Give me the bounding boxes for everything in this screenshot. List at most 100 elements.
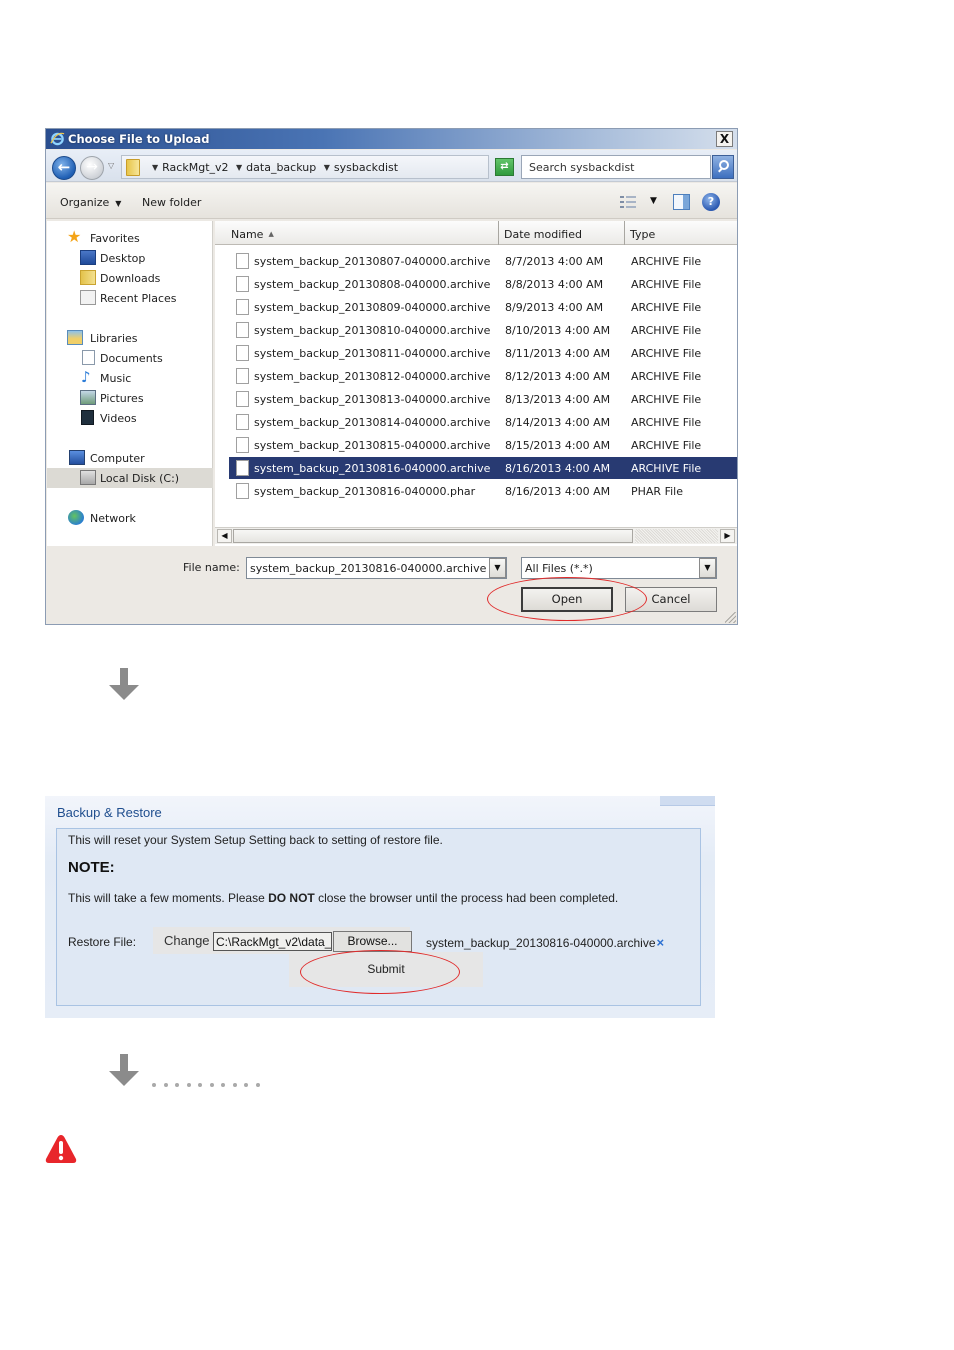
sidebar-item-recent-places[interactable]: Recent Places [47, 288, 213, 308]
resize-grip[interactable] [725, 612, 736, 623]
dialog-titlebar[interactable]: Choose File to Upload X [46, 129, 737, 149]
navigation-pane: ★ Favorites Desktop Downloads Recent Plac… [47, 221, 213, 546]
breadcrumb-item[interactable]: sysbackdist [334, 161, 398, 174]
restore-form: This will reset your System Setup Settin… [56, 828, 701, 1006]
file-date-modified: 8/14/2013 4:00 AM [505, 416, 611, 429]
sidebar-item-music[interactable]: ♪ Music [47, 368, 213, 388]
file-date-modified: 8/11/2013 4:00 AM [505, 347, 611, 360]
computer-icon [69, 450, 85, 465]
file-row[interactable]: system_backup_20130814-040000.archive 8/1… [229, 411, 737, 433]
file-type-dropdown-icon[interactable]: ▼ [699, 558, 716, 578]
star-icon: ★ [67, 227, 82, 246]
file-name: system_backup_20130816-040000.phar [254, 485, 476, 498]
file-row[interactable]: system_backup_20130811-040000.archive 8/1… [229, 342, 737, 364]
remove-file-icon[interactable]: × [657, 935, 665, 950]
chevron-down-icon[interactable]: ▼ [236, 163, 242, 172]
file-name: system_backup_20130815-040000.archive [254, 439, 491, 452]
sidebar-item-documents[interactable]: Documents [47, 348, 213, 368]
folder-icon [126, 159, 140, 176]
sidebar-item-downloads[interactable]: Downloads [47, 268, 213, 288]
back-button[interactable]: ← [52, 156, 76, 180]
file-icon [236, 299, 249, 315]
file-row[interactable]: system_backup_20130809-040000.archive 8/9… [229, 296, 737, 318]
submit-button[interactable]: Submit [289, 952, 483, 987]
scroll-right-icon[interactable]: ▶ [720, 529, 735, 543]
file-type-select[interactable]: All Files (*.*) [521, 557, 717, 579]
file-name: system_backup_20130816-040000.archive [254, 462, 491, 475]
sidebar-item-libraries[interactable]: Libraries [47, 328, 213, 348]
search-button[interactable] [712, 155, 734, 179]
file-row[interactable]: system_backup_20130812-040000.archive 8/1… [229, 365, 737, 387]
file-type: ARCHIVE File [631, 370, 702, 383]
file-date-modified: 8/10/2013 4:00 AM [505, 324, 611, 337]
file-type: ARCHIVE File [631, 462, 702, 475]
file-row[interactable]: system_backup_20130813-040000.archive 8/1… [229, 388, 737, 410]
file-row[interactable]: system_backup_20130816-040000.archive 8/1… [229, 457, 737, 479]
file-row[interactable]: system_backup_20130807-040000.archive 8/7… [229, 250, 737, 272]
column-header-type[interactable]: Type [625, 221, 737, 245]
file-name: system_backup_20130809-040000.archive [254, 301, 491, 314]
search-input[interactable]: Search sysbackdist [521, 155, 711, 179]
file-row[interactable]: system_backup_20130815-040000.archive 8/1… [229, 434, 737, 456]
new-folder-button[interactable]: New folder [142, 196, 201, 209]
desktop-icon [80, 250, 96, 265]
file-icon [236, 322, 249, 338]
close-button[interactable]: X [716, 131, 733, 147]
file-row[interactable]: system_backup_20130810-040000.archive 8/1… [229, 319, 737, 341]
preview-pane-icon[interactable] [673, 194, 690, 210]
file-row[interactable]: system_backup_20130816-040000.phar 8/16/2… [229, 480, 737, 502]
warning-icon [45, 1135, 77, 1163]
browse-button[interactable]: Browse... [333, 931, 412, 952]
scrollbar-track[interactable] [635, 529, 718, 543]
restore-file-path-input[interactable]: C:\RackMgt_v2\data_backup\sysbackdist\sy… [213, 932, 332, 951]
panel-tab-decoration [660, 796, 715, 806]
panel-title: Backup & Restore [57, 805, 162, 820]
sidebar-item-network[interactable]: Network [47, 508, 213, 528]
file-row[interactable]: system_backup_20130808-040000.archive 8/8… [229, 273, 737, 295]
horizontal-scrollbar[interactable]: ◀ ▶ [215, 527, 737, 544]
forward-button[interactable]: → [80, 156, 104, 180]
address-bar[interactable]: ▼ RackMgt_v2 ▼ data_backup ▼ sysbackdist ▼ [121, 155, 557, 179]
sidebar-item-pictures[interactable]: Pictures [47, 388, 213, 408]
column-header-date-modified[interactable]: Date modified [499, 221, 625, 245]
sidebar-item-local-disk[interactable]: Local Disk (C:) [47, 468, 213, 488]
change-label: Change [164, 933, 210, 948]
file-name-dropdown-icon[interactable]: ▼ [489, 558, 506, 578]
file-icon [236, 345, 249, 361]
file-list: Name ▲ Date modified Type system_backup_2… [215, 221, 737, 546]
file-name: system_backup_20130808-040000.archive [254, 278, 491, 291]
file-icon [236, 414, 249, 430]
file-name-input[interactable]: system_backup_20130816-040000.archive [246, 557, 507, 579]
selected-file-name: system_backup_20130816-040000.archive× [426, 935, 665, 950]
sidebar-item-desktop[interactable]: Desktop [47, 248, 213, 268]
file-date-modified: 8/16/2013 4:00 AM [505, 462, 611, 475]
down-arrow-icon [109, 668, 139, 702]
file-name: system_backup_20130812-040000.archive [254, 370, 491, 383]
file-type: ARCHIVE File [631, 439, 702, 452]
refresh-button[interactable]: ⇄ [495, 158, 514, 176]
sidebar-item-computer[interactable]: Computer [47, 448, 213, 468]
view-dropdown-icon[interactable]: ▼ [650, 196, 657, 206]
sidebar-item-favorites[interactable]: ★ Favorites [47, 228, 213, 248]
scroll-left-icon[interactable]: ◀ [217, 529, 232, 543]
help-icon[interactable]: ? [702, 193, 720, 211]
organize-button[interactable]: Organize ▼ [60, 196, 121, 209]
file-icon [236, 276, 249, 292]
file-upload-widget: Change C:\RackMgt_v2\data_backup\sysback… [153, 927, 412, 954]
view-options-icon[interactable] [620, 195, 636, 209]
chevron-down-icon[interactable]: ▼ [152, 163, 158, 172]
recent-pages-dropdown-icon[interactable]: ▽ [108, 161, 114, 170]
breadcrumb-item[interactable]: RackMgt_v2 [162, 161, 228, 174]
file-type: ARCHIVE File [631, 301, 702, 314]
down-arrow-icon [109, 1054, 139, 1088]
dialog-title: Choose File to Upload [68, 132, 210, 146]
sidebar-item-videos[interactable]: Videos [47, 408, 213, 428]
breadcrumb-item[interactable]: data_backup [246, 161, 316, 174]
column-header-name[interactable]: Name ▲ [215, 221, 499, 245]
file-name: system_backup_20130811-040000.archive [254, 347, 491, 360]
open-button[interactable]: Open [521, 587, 613, 612]
chevron-down-icon[interactable]: ▼ [324, 163, 330, 172]
scrollbar-thumb[interactable] [233, 529, 633, 543]
restore-description: This will reset your System Setup Settin… [68, 833, 443, 847]
cancel-button[interactable]: Cancel [625, 587, 717, 612]
